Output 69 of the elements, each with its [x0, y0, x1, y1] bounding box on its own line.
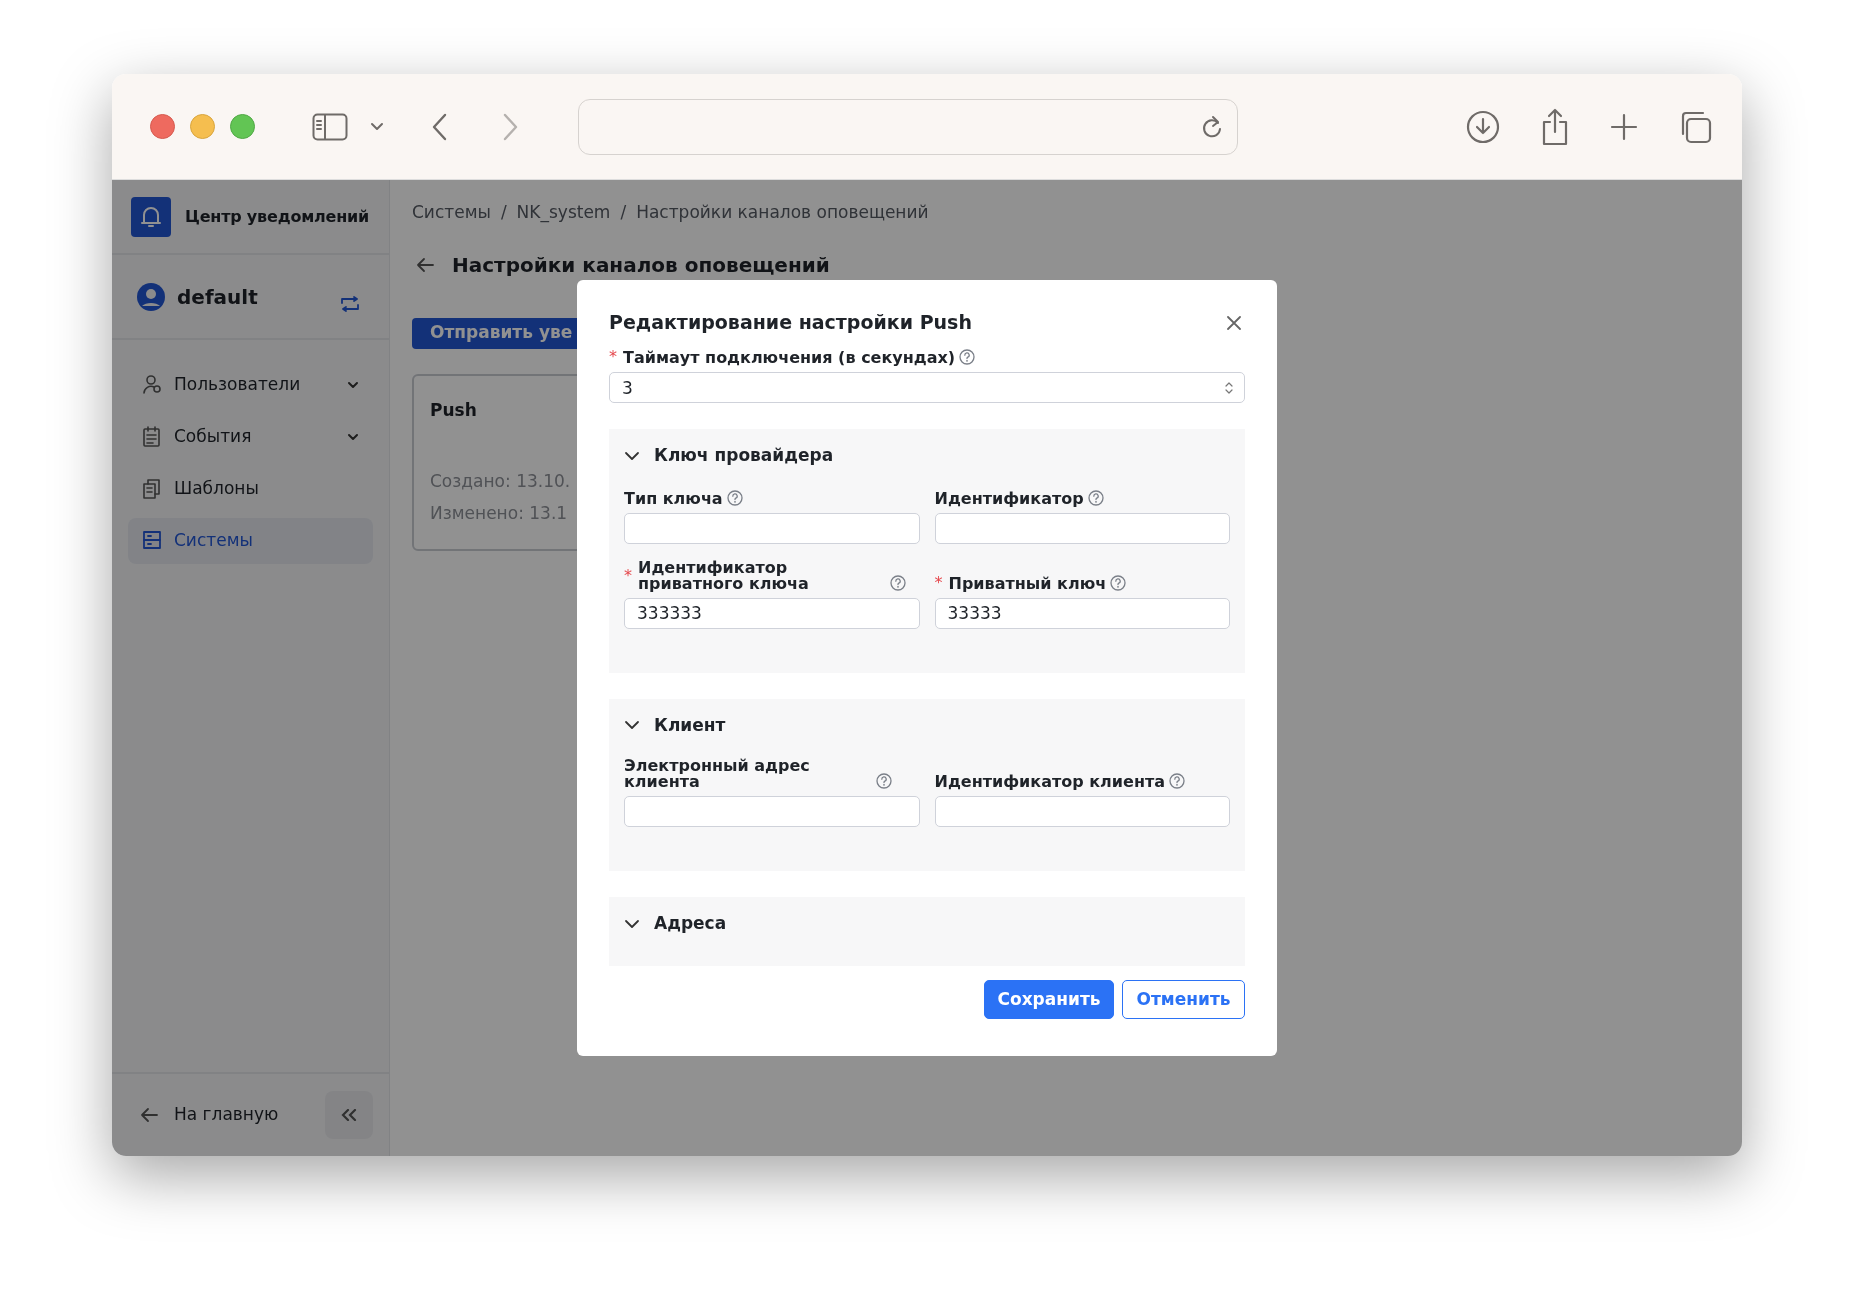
double-chevron-left-icon [341, 1109, 357, 1121]
spinner-icon[interactable] [1225, 381, 1233, 395]
section-header[interactable]: Клиент [624, 712, 726, 738]
field-label: Идентификатор [934, 490, 1084, 507]
chevron-down-icon[interactable] [370, 121, 384, 132]
avatar-icon [137, 282, 165, 311]
help-icon[interactable] [959, 349, 976, 365]
field-label: Идентификатор клиента [934, 774, 1165, 790]
help-icon[interactable] [876, 773, 892, 789]
input-field[interactable]: 3 [609, 372, 1245, 403]
page-title: Настройки каналов оповещений [452, 251, 830, 279]
card-date: Изменено: 13.1 [430, 501, 568, 525]
breadcrumb-link[interactable]: Настройки каналов оповещений [636, 200, 929, 226]
switch-icon[interactable] [341, 295, 359, 312]
field-label: Идентификатор приватного ключа [638, 559, 810, 592]
nav-item[interactable]: Системы [128, 518, 373, 564]
field-label: Таймаут подключения (в секундах) [623, 350, 956, 366]
input-field[interactable]: 333333 [624, 597, 920, 629]
field-label: Электронный адрес клиента [624, 758, 811, 790]
nav-item[interactable]: Шаблоны [128, 466, 373, 512]
maximize-window-button[interactable] [230, 114, 255, 139]
sidebar-toggle-icon[interactable] [312, 112, 348, 141]
clipboard-icon [142, 426, 162, 448]
bell-logo-icon [131, 196, 171, 237]
help-icon[interactable] [890, 574, 906, 591]
minimize-window-button[interactable] [190, 114, 215, 139]
breadcrumb-link[interactable]: NK_system [516, 200, 611, 226]
help-icon[interactable] [1169, 773, 1185, 789]
documents-icon [142, 478, 162, 500]
card-date: Создано: 13.10. [430, 470, 571, 493]
user-gear-icon [142, 374, 162, 396]
reload-icon[interactable] [1201, 114, 1223, 139]
close-icon [1227, 315, 1241, 330]
new-tab-icon[interactable] [1610, 112, 1638, 141]
share-icon[interactable] [1540, 107, 1570, 146]
download-icon[interactable] [1466, 109, 1500, 144]
help-icon[interactable] [726, 489, 743, 506]
breadcrumb-separator: / [500, 201, 507, 224]
collapse-sidebar-button[interactable] [325, 1091, 373, 1139]
home-link[interactable]: На главную [140, 1102, 279, 1128]
required-mark: * [934, 574, 943, 591]
user-name: default [177, 283, 258, 311]
cancel-button[interactable]: Отменить [1122, 980, 1245, 1019]
nav-item[interactable]: Пользователи [128, 362, 373, 408]
back-arrow-icon[interactable] [416, 256, 434, 273]
arrow-left-icon [140, 1107, 158, 1123]
card-title: Push [430, 398, 477, 422]
input-field[interactable] [624, 796, 920, 827]
field-label: Приватный ключ [948, 575, 1107, 592]
chevron-down-icon [347, 433, 359, 441]
section-header[interactable]: Адреса [624, 911, 727, 937]
app-title: Центр уведомлений [185, 205, 370, 228]
help-icon[interactable] [1110, 574, 1127, 591]
close-window-button[interactable] [150, 114, 175, 139]
back-icon[interactable] [432, 112, 448, 141]
breadcrumb-separator: / [620, 201, 627, 224]
input-field[interactable]: 33333 [934, 597, 1230, 629]
save-button[interactable]: Сохранить [984, 980, 1114, 1019]
breadcrumb-link[interactable]: Системы [412, 200, 491, 226]
input-field[interactable] [934, 512, 1230, 544]
required-mark: * [624, 567, 632, 584]
input-field[interactable] [624, 512, 920, 544]
chevron-down-icon [347, 381, 359, 389]
input-field[interactable] [934, 796, 1230, 827]
nav-item[interactable]: События [128, 414, 373, 460]
forward-icon[interactable] [502, 112, 518, 141]
required-mark: * [609, 349, 617, 365]
server-icon [142, 530, 162, 552]
help-icon[interactable] [1087, 489, 1104, 506]
